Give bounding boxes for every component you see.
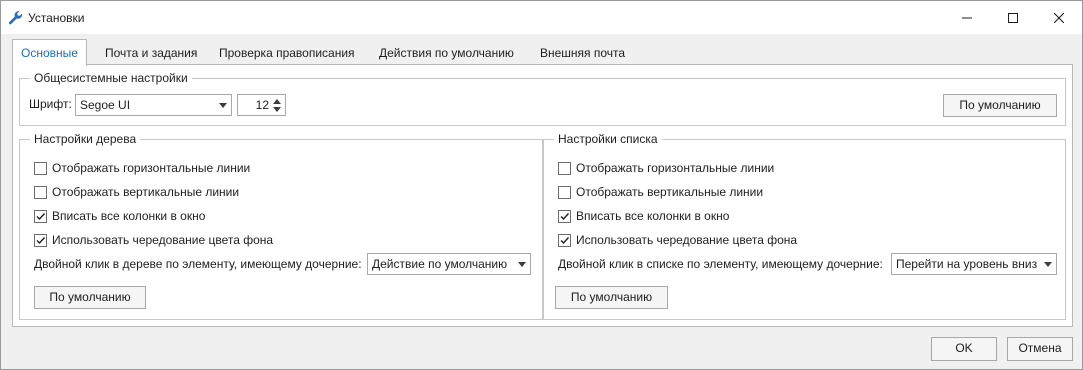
tree-option-vertical-lines[interactable]: Отображать вертикальные линии [34,184,239,200]
font-select-value: Segoe UI [80,98,131,112]
wrench-icon [8,10,24,26]
minimize-icon [962,17,972,18]
checkbox[interactable] [558,185,571,199]
checkmark-icon [560,212,570,220]
maximize-button[interactable] [990,1,1036,34]
checkmark-icon [36,212,46,220]
tab-panel-general: Общесистемные настройки Шрифт: Segoe UI … [12,64,1073,327]
font-label: Шрифт: [29,97,72,111]
list-option-label: Отображать вертикальные линии [576,185,764,199]
tree-dblclick-select[interactable]: Действие по умолчанию [367,253,531,275]
tree-dblclick-value: Действие по умолчанию [372,257,508,271]
checkbox[interactable] [34,209,47,223]
tree-option-horizontal-lines[interactable]: Отображать горизонтальные линии [34,160,250,176]
close-icon [1054,12,1064,23]
close-button[interactable] [1036,1,1082,34]
list-dblclick-select[interactable]: Перейти на уровень вниз [891,253,1057,275]
system-settings-group: Общесистемные настройки Шрифт: Segoe UI … [19,71,1066,126]
tree-dblclick-label: Двойной клик в дереве по элементу, имеющ… [34,257,362,271]
tab-mail-tasks[interactable]: Почта и задания [97,42,205,65]
tab-default-actions[interactable]: Действия по умолчанию [371,42,522,65]
chevron-down-icon [518,262,526,267]
cancel-button[interactable]: Отмена [1007,337,1073,361]
tree-default-button[interactable]: По умолчанию [34,286,146,309]
tree-settings-title: Настройки дерева [30,132,141,146]
spin-down-icon[interactable] [273,107,281,112]
font-size-value: 12 [255,98,269,112]
list-option-label: Отображать горизонтальные линии [576,161,775,175]
checkbox[interactable] [34,161,47,175]
list-option-vertical-lines[interactable]: Отображать вертикальные линии [558,184,763,200]
tree-option-label: Использовать чередование цвета фона [52,233,274,247]
spin-up-icon[interactable] [273,99,281,104]
tab-external-mail[interactable]: Внешняя почта [532,42,633,65]
system-settings-title: Общесистемные настройки [30,71,192,85]
maximize-icon [1008,12,1018,23]
ok-button[interactable]: OK [931,337,997,361]
list-default-button[interactable]: По умолчанию [555,286,668,309]
tree-settings-group: Настройки дерева Отображать горизонтальн… [19,132,543,320]
list-dblclick-value: Перейти на уровень вниз [896,257,1038,271]
font-select[interactable]: Segoe UI [75,94,232,116]
minimize-button[interactable] [944,1,990,34]
checkbox[interactable] [34,185,47,199]
list-settings-title: Настройки списка [554,132,662,146]
tab-general[interactable]: Основные [12,39,87,66]
tree-option-alternate-rows[interactable]: Использовать чередование цвета фона [34,232,273,248]
list-settings-group: Настройки списка Отображать горизонтальн… [543,132,1066,320]
settings-window: Установки Основные Почта и задания Прове… [0,0,1083,370]
title-bar: Установки [1,1,1082,34]
tab-spellcheck[interactable]: Проверка правописания [211,42,363,65]
list-option-alternate-rows[interactable]: Использовать чередование цвета фона [558,232,797,248]
window-title: Установки [28,11,85,25]
tab-strip: Основные Почта и задания Проверка правоп… [12,39,1072,66]
tree-option-label: Отображать вертикальные линии [52,185,240,199]
chevron-down-icon [1044,262,1052,267]
font-size-stepper[interactable]: 12 [237,94,286,116]
checkmark-icon [36,236,46,244]
tree-option-fit-columns[interactable]: Вписать все колонки в окно [34,208,205,224]
system-default-button[interactable]: По умолчанию [943,94,1057,117]
list-dblclick-label: Двойной клик в списке по элементу, имеющ… [558,257,883,271]
tree-option-label: Вписать все колонки в окно [52,209,206,223]
checkbox[interactable] [34,233,47,247]
list-option-fit-columns[interactable]: Вписать все колонки в окно [558,208,729,224]
checkbox[interactable] [558,233,571,247]
chevron-down-icon [219,103,227,108]
checkmark-icon [560,236,570,244]
checkbox[interactable] [558,209,571,223]
tree-option-label: Отображать горизонтальные линии [52,161,251,175]
list-option-horizontal-lines[interactable]: Отображать горизонтальные линии [558,160,774,176]
list-option-label: Вписать все колонки в окно [576,209,730,223]
checkbox[interactable] [558,161,571,175]
list-option-label: Использовать чередование цвета фона [576,233,798,247]
